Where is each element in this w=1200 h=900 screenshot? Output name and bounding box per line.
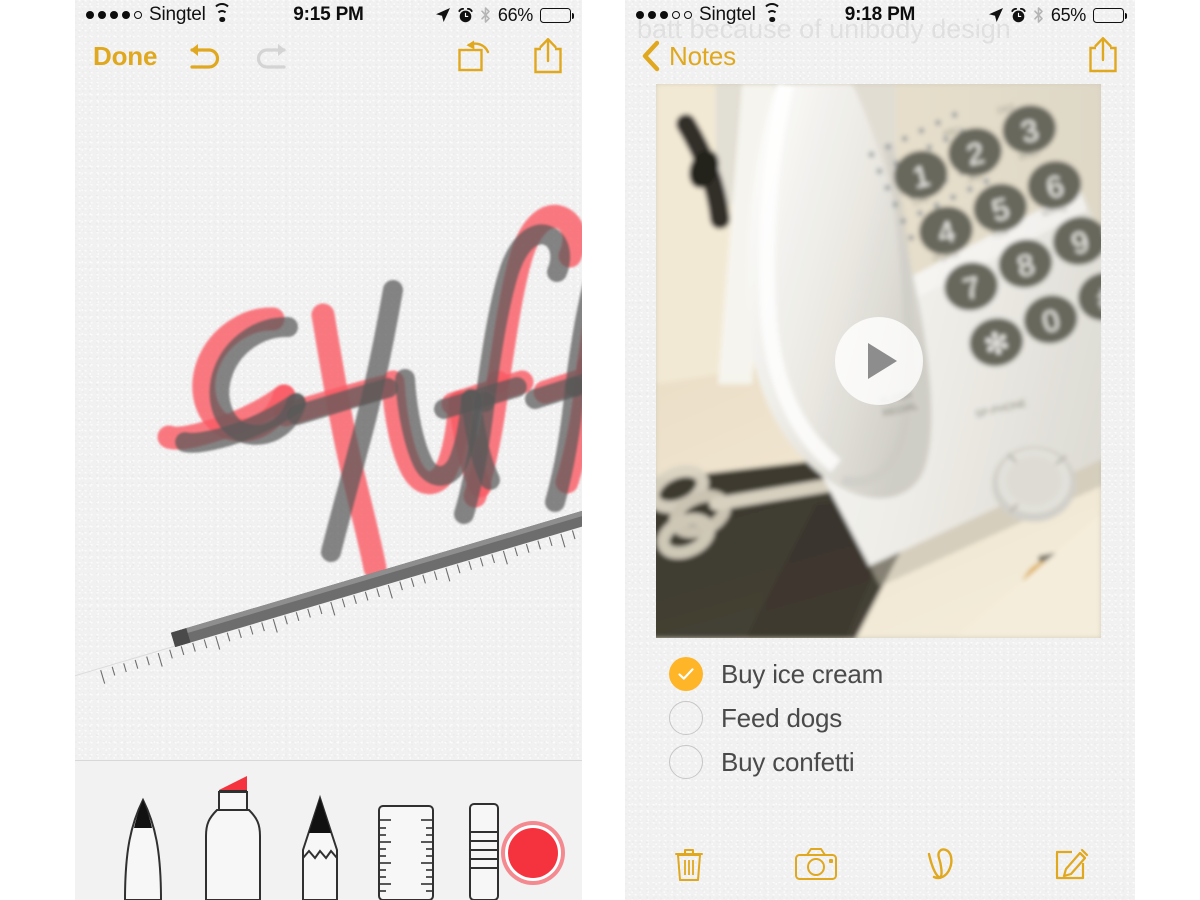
pen-tool-icon <box>123 797 163 900</box>
checklist-item-label: Buy confetti <box>721 746 855 777</box>
back-button-label: Notes <box>669 40 736 71</box>
done-button[interactable]: Done <box>93 41 157 72</box>
carrier-name: Singtel <box>149 4 206 25</box>
color-swatch[interactable] <box>487 788 582 900</box>
note-bottom-toolbar <box>625 828 1135 900</box>
highlighter-tool-icon <box>205 776 261 900</box>
checklist-item[interactable]: Buy confetti <box>669 740 1099 784</box>
share-box-arrow-up-icon <box>534 38 562 74</box>
pencil-tool[interactable] <box>287 788 353 900</box>
status-bar-left: Singtel <box>86 3 232 26</box>
ruler-tool[interactable] <box>371 788 441 900</box>
checklist: Buy ice cream Feed dogs Buy confetti <box>669 652 1099 784</box>
checklist-item-label: Buy ice cream <box>721 658 884 689</box>
left-phone-screen: Singtel 9:15 PM 66% Done <box>75 0 582 900</box>
signal-strength-dots <box>86 11 142 19</box>
checkbox-unchecked[interactable] <box>669 701 703 735</box>
play-triangle-icon <box>867 343 897 379</box>
alarm-clock-icon <box>1011 7 1026 22</box>
battery-percent-label: 66% <box>497 4 533 25</box>
drawing-toolbar: Done <box>75 30 582 82</box>
drawing-canvas[interactable] <box>75 82 582 760</box>
camera-icon <box>795 848 838 880</box>
wifi-icon <box>762 3 782 22</box>
wifi-icon <box>212 3 232 22</box>
screenshot-root: Singtel 9:15 PM 66% Done batt because of… <box>0 0 1200 900</box>
checkbox-checked[interactable] <box>669 657 703 691</box>
pen-tool[interactable] <box>107 788 179 900</box>
share-button[interactable] <box>532 37 564 75</box>
right-phone-screen: batt because of unibody design Singtel 9… <box>625 0 1135 900</box>
share-box-arrow-up-icon <box>1089 36 1117 72</box>
back-to-notes-button[interactable]: Notes <box>641 40 736 72</box>
play-button[interactable] <box>834 317 923 405</box>
compose-pencil-icon <box>1056 848 1089 880</box>
checklist-item[interactable]: Feed dogs <box>669 696 1099 740</box>
compose-button[interactable] <box>1008 845 1136 883</box>
undo-arrow-icon <box>190 44 220 69</box>
redo-button[interactable] <box>251 41 293 71</box>
trash-icon <box>674 849 703 881</box>
handwriting-drawing <box>75 204 582 689</box>
right-status-bar: Singtel 9:18 PM 65% <box>625 0 1135 30</box>
rotate-square-icon <box>458 40 490 72</box>
checkbox-unchecked[interactable] <box>669 745 703 779</box>
highlighter-tool[interactable] <box>195 766 269 900</box>
squiggle-icon <box>927 848 953 880</box>
battery-icon <box>1093 7 1127 23</box>
bluetooth-icon <box>1034 7 1043 23</box>
delete-button[interactable] <box>625 846 753 882</box>
note-navbar: Notes <box>625 30 1135 82</box>
redo-arrow-icon <box>257 44 286 69</box>
checkmark-icon <box>678 668 694 680</box>
battery-icon <box>540 7 574 23</box>
checklist-item-label: Feed dogs <box>721 702 843 733</box>
status-bar-left: Singtel <box>636 3 782 26</box>
share-button[interactable] <box>1087 36 1119 77</box>
rotate-button[interactable] <box>456 39 496 73</box>
signal-strength-dots <box>636 11 692 19</box>
checklist-item[interactable]: Buy ice cream <box>669 652 1099 696</box>
status-bar-right: 66% <box>435 4 574 26</box>
left-status-bar: Singtel 9:15 PM 66% <box>75 0 582 30</box>
alarm-clock-icon <box>458 7 473 22</box>
tool-tray <box>75 760 582 900</box>
ruler-tool-icon <box>378 805 434 900</box>
video-attachment[interactable]: 123 456 789 ✻ 0 # ABC DEF GHI JKL MNO PQRS TUV… <box>656 84 1101 638</box>
ruler-guide <box>75 471 582 689</box>
color-swatch-icon <box>501 821 565 885</box>
camera-button[interactable] <box>753 847 881 881</box>
battery-percent-label: 65% <box>1050 4 1086 25</box>
location-arrow-icon <box>435 8 450 22</box>
status-bar-right: 65% <box>988 4 1127 26</box>
carrier-name: Singtel <box>699 4 756 25</box>
undo-button[interactable] <box>183 41 225 71</box>
chevron-left-icon <box>642 40 660 72</box>
pencil-tool-icon <box>302 794 338 900</box>
sketch-button[interactable] <box>880 846 1008 882</box>
bluetooth-icon <box>481 7 490 23</box>
location-arrow-icon <box>988 8 1003 22</box>
